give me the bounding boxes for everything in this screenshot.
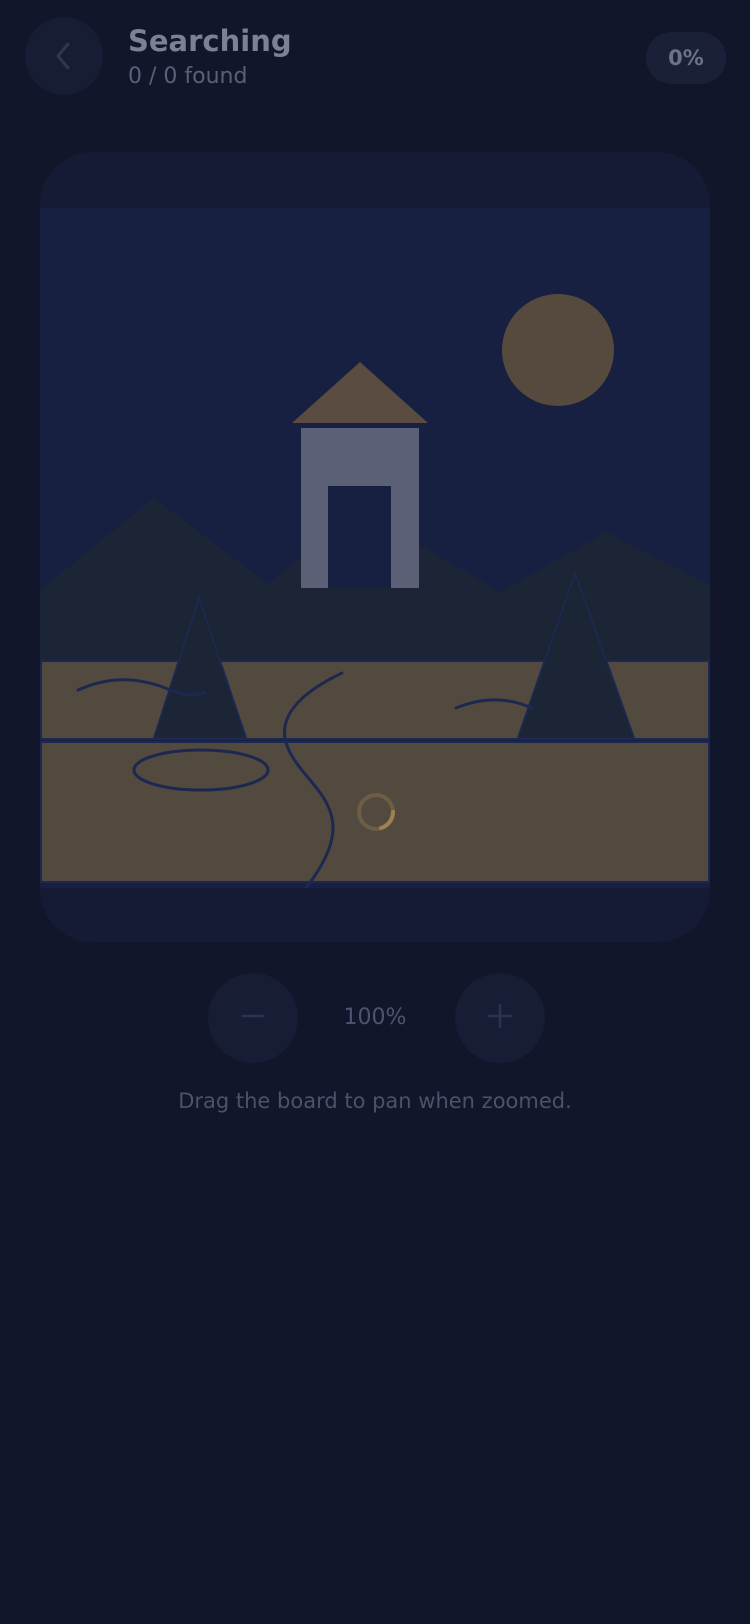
scene-image[interactable]	[40, 208, 710, 888]
puzzle-board[interactable]	[40, 152, 710, 942]
zoom-level: 100%	[343, 1005, 407, 1030]
back-button[interactable]	[25, 17, 103, 95]
sun	[502, 294, 614, 406]
ground-lower	[40, 741, 710, 883]
page-title: Searching	[128, 24, 292, 58]
found-counter: 0 / 0 found	[128, 64, 248, 89]
plus-icon	[487, 1003, 513, 1033]
minus-icon	[241, 1004, 265, 1032]
chevron-left-icon	[53, 41, 75, 71]
tower-doorway	[328, 486, 391, 588]
progress-badge: 0%	[646, 32, 726, 84]
pan-hint: Drag the board to pan when zoomed.	[178, 1089, 572, 1113]
header: Searching 0 / 0 found 0%	[0, 0, 750, 120]
zoom-out-button[interactable]	[208, 973, 298, 1063]
zoom-controls: 100%	[0, 973, 750, 1063]
zoom-in-button[interactable]	[455, 973, 545, 1063]
